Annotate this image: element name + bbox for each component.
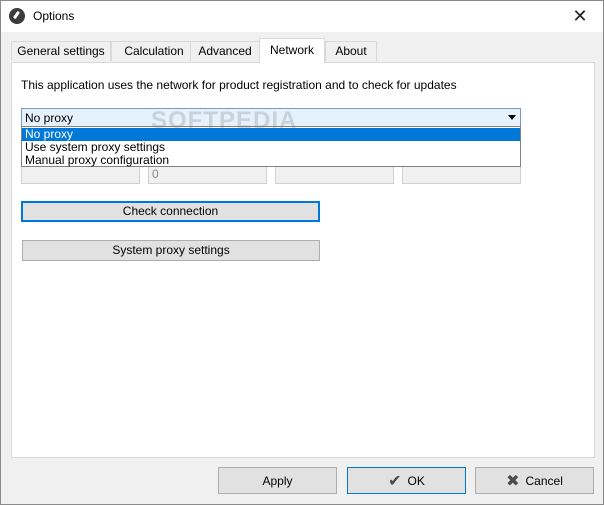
options-window: Options ✕ General settings Calculation A… bbox=[0, 0, 604, 505]
proxy-password-field[interactable] bbox=[402, 164, 521, 184]
proxy-port-field[interactable]: 0 bbox=[148, 164, 267, 184]
title-bar: Options ✕ bbox=[1, 1, 603, 32]
tab-advanced[interactable]: Advanced bbox=[190, 41, 260, 61]
tab-network[interactable]: Network bbox=[259, 38, 325, 63]
ok-label: OK bbox=[407, 473, 425, 488]
close-icon: ✕ bbox=[572, 6, 588, 26]
proxy-dropdown-list: No proxy Use system proxy settings Manua… bbox=[21, 126, 521, 167]
tab-general-settings[interactable]: General settings bbox=[11, 41, 111, 61]
proxy-select-value: No proxy bbox=[25, 111, 74, 125]
apply-button[interactable]: Apply bbox=[218, 467, 337, 494]
proxy-user-field[interactable] bbox=[275, 164, 394, 184]
proxy-host-field[interactable] bbox=[21, 164, 140, 184]
tab-about[interactable]: About bbox=[325, 41, 377, 61]
network-info-text: This application uses the network for pr… bbox=[21, 78, 457, 92]
apply-label: Apply bbox=[262, 473, 293, 488]
cancel-label: Cancel bbox=[525, 473, 563, 488]
proxy-option-manual[interactable]: Manual proxy configuration bbox=[22, 154, 520, 167]
checkmark-icon: ✔ bbox=[388, 472, 402, 490]
cancel-button[interactable]: ✖ Cancel bbox=[475, 467, 594, 494]
app-logo-icon bbox=[9, 8, 25, 24]
x-icon: ✖ bbox=[506, 472, 520, 490]
proxy-select[interactable]: No proxy bbox=[21, 108, 521, 127]
system-proxy-settings-button[interactable]: System proxy settings bbox=[22, 240, 320, 261]
tab-calculation[interactable]: Calculation bbox=[111, 41, 197, 61]
close-button[interactable]: ✕ bbox=[557, 1, 603, 32]
check-connection-button[interactable]: Check connection bbox=[21, 201, 320, 222]
ok-button[interactable]: ✔ OK bbox=[347, 467, 466, 494]
chevron-down-icon bbox=[508, 115, 516, 120]
window-title: Options bbox=[33, 9, 75, 23]
